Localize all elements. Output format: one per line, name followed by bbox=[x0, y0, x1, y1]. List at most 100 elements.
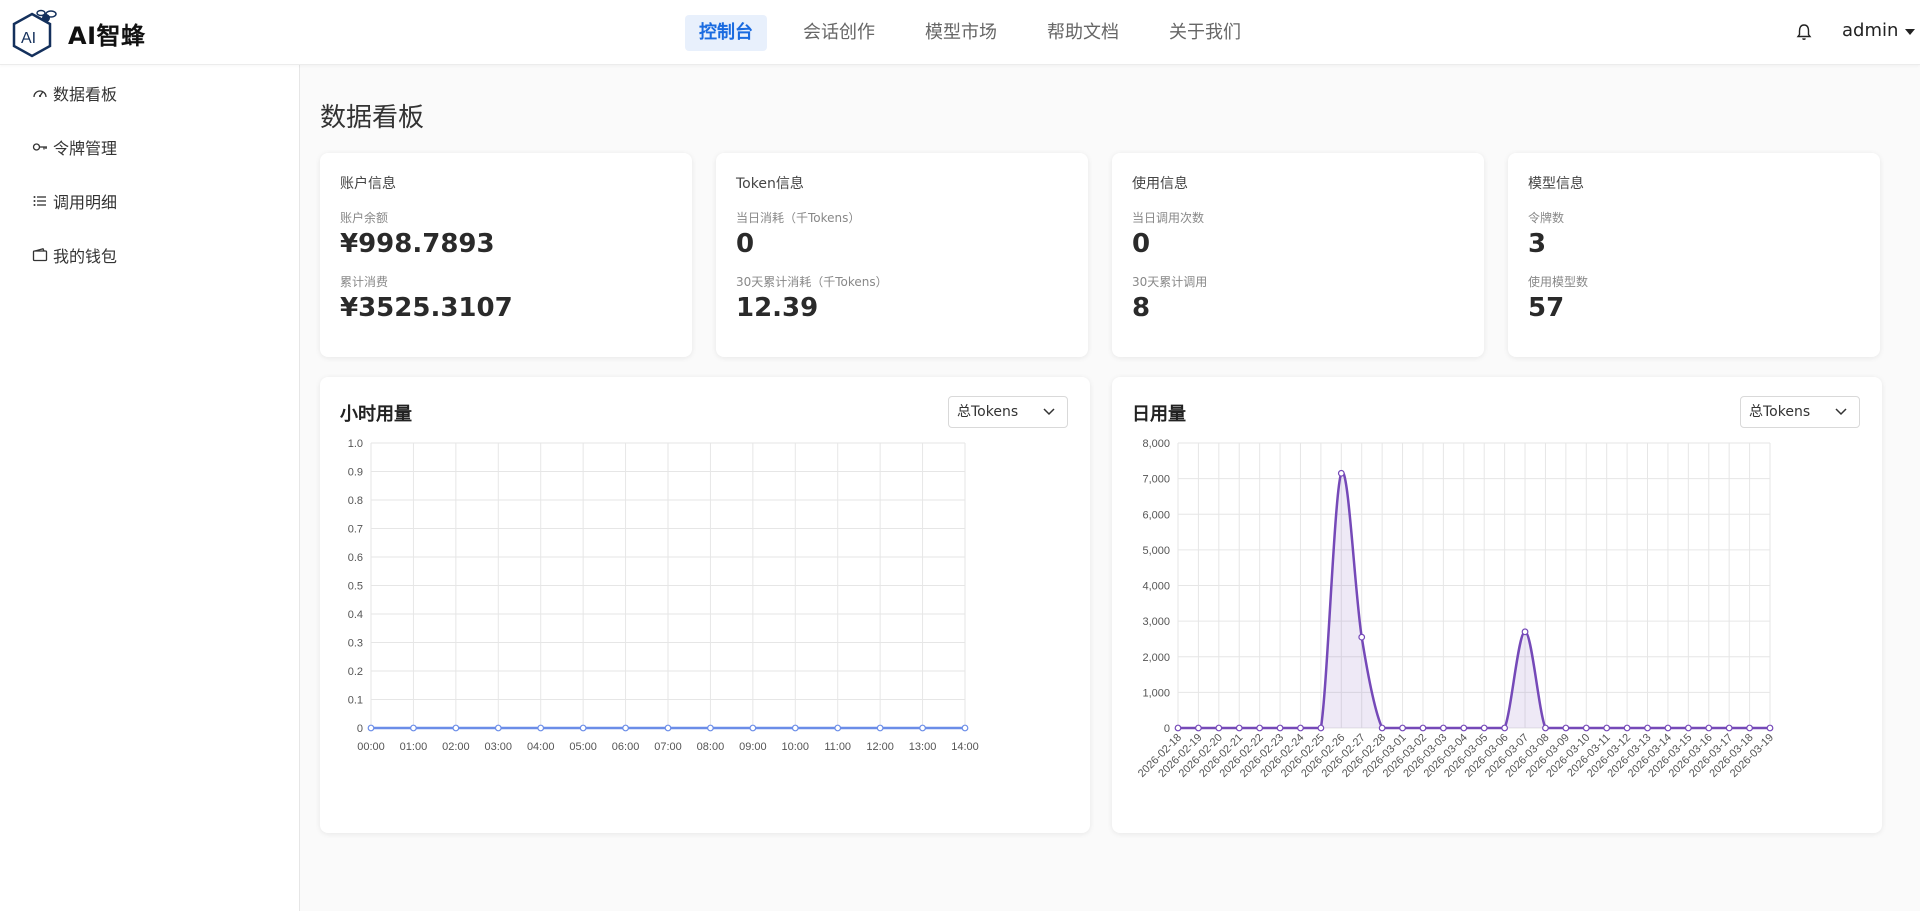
data-point[interactable] bbox=[367, 724, 375, 732]
data-point[interactable] bbox=[1317, 724, 1325, 732]
data-point[interactable] bbox=[1705, 724, 1713, 732]
card-title: 账户信息 bbox=[340, 176, 396, 192]
data-point[interactable] bbox=[791, 724, 799, 732]
sidebar-item-tokens[interactable]: 令牌管理 bbox=[32, 135, 117, 159]
nav-chat[interactable]: 会话创作 bbox=[789, 15, 889, 51]
data-point[interactable] bbox=[1562, 724, 1570, 732]
data-point[interactable] bbox=[1684, 724, 1692, 732]
data-point[interactable] bbox=[1480, 724, 1488, 732]
nav-console[interactable]: 控制台 bbox=[685, 15, 767, 51]
data-point[interactable] bbox=[1195, 724, 1202, 732]
stat-value: ¥3525.3107 bbox=[340, 293, 513, 323]
x-tick-label: 02:00 bbox=[442, 741, 470, 753]
data-point[interactable] bbox=[1644, 724, 1651, 732]
select-value: 总Tokens bbox=[957, 404, 1019, 420]
sidebar-item-wallet[interactable]: 我的钱包 bbox=[32, 243, 117, 267]
data-point[interactable] bbox=[1521, 628, 1529, 636]
data-point[interactable] bbox=[410, 724, 417, 732]
main-nav: 控制台 会话创作 模型市场 帮助文档 关于我们 bbox=[685, 15, 1277, 51]
select-value: 总Tokens bbox=[1749, 404, 1811, 420]
data-point[interactable] bbox=[834, 724, 842, 732]
stat-label: 账户余额 bbox=[340, 211, 389, 225]
x-tick-label: 10:00 bbox=[782, 741, 810, 753]
user-menu[interactable]: admin bbox=[1842, 20, 1916, 41]
series-line bbox=[1177, 470, 1770, 730]
data-point[interactable] bbox=[452, 724, 460, 732]
key-icon bbox=[32, 143, 47, 151]
stat-label: 当日调用次数 bbox=[1132, 211, 1205, 225]
series-area bbox=[1178, 472, 1770, 728]
data-point[interactable] bbox=[1501, 724, 1509, 732]
wallet-icon bbox=[32, 248, 48, 262]
data-point[interactable] bbox=[579, 724, 587, 732]
stat-label: 令牌数 bbox=[1528, 211, 1565, 225]
data-point[interactable] bbox=[1174, 724, 1182, 732]
x-tick-label: 12:00 bbox=[866, 741, 894, 753]
card-title: 使用信息 bbox=[1132, 176, 1188, 192]
data-point[interactable] bbox=[1235, 724, 1243, 732]
x-tick-label: 03:00 bbox=[485, 741, 513, 753]
y-tick-label: 1,000 bbox=[1142, 687, 1170, 699]
data-point[interactable] bbox=[1582, 724, 1590, 732]
data-point[interactable] bbox=[1297, 724, 1304, 732]
sidebar-item-dashboard[interactable]: 数据看板 bbox=[32, 81, 117, 105]
data-point[interactable] bbox=[1766, 724, 1774, 732]
data-point[interactable] bbox=[622, 724, 629, 732]
nav-model-market[interactable]: 模型市场 bbox=[911, 15, 1011, 51]
data-point[interactable] bbox=[1215, 724, 1223, 732]
y-tick-label: 0.8 bbox=[348, 495, 363, 507]
data-point[interactable] bbox=[1725, 724, 1733, 732]
card-title: 模型信息 bbox=[1528, 176, 1584, 192]
daily-usage-chart: 0 1,000 2,000 3,000 4,000 5,000 6,000 7,000 8,00… bbox=[1136, 438, 1776, 780]
chevron-down-icon bbox=[1835, 408, 1847, 416]
data-point[interactable] bbox=[707, 724, 714, 732]
app-logo[interactable]: AI AI智蜂 bbox=[10, 8, 146, 58]
y-tick-label: 7,000 bbox=[1142, 474, 1170, 486]
stat-value: 3 bbox=[1528, 229, 1547, 259]
daily-metric-select[interactable]: 总Tokens bbox=[1740, 396, 1860, 428]
sidebar-item-call-details[interactable]: 调用明细 bbox=[32, 189, 117, 213]
y-tick-label: 3,000 bbox=[1142, 616, 1170, 628]
data-point[interactable] bbox=[494, 724, 502, 732]
data-point[interactable] bbox=[1256, 724, 1264, 732]
data-point[interactable] bbox=[749, 724, 757, 732]
x-tick-label: 09:00 bbox=[739, 741, 767, 753]
y-tick-label: 0.9 bbox=[348, 467, 363, 479]
data-point[interactable] bbox=[537, 724, 545, 732]
data-point[interactable] bbox=[1623, 724, 1631, 732]
data-point[interactable] bbox=[1664, 724, 1672, 732]
y-tick-label: 6,000 bbox=[1142, 509, 1170, 521]
x-tick-label: 07:00 bbox=[654, 741, 682, 753]
data-point[interactable] bbox=[919, 724, 926, 732]
data-point[interactable] bbox=[1358, 633, 1366, 641]
data-point[interactable] bbox=[1419, 724, 1427, 732]
data-point[interactable] bbox=[1603, 724, 1611, 732]
data-point[interactable] bbox=[1276, 724, 1284, 732]
stat-value: 8 bbox=[1132, 293, 1151, 323]
x-tick-label: 08:00 bbox=[697, 741, 725, 753]
data-point[interactable] bbox=[1337, 469, 1345, 477]
data-point[interactable] bbox=[961, 724, 969, 732]
usage-info-card: 使用信息 当日调用次数 0 30天累计调用 8 bbox=[1112, 153, 1484, 357]
stat-label: 使用模型数 bbox=[1528, 275, 1589, 289]
data-point[interactable] bbox=[1542, 724, 1549, 732]
sidebar-item-label: 令牌管理 bbox=[53, 139, 118, 158]
data-point[interactable] bbox=[1439, 724, 1447, 732]
y-tick-label: 0.2 bbox=[348, 666, 363, 678]
x-tick-label: 01:00 bbox=[400, 741, 428, 753]
y-tick-label: 0.6 bbox=[348, 552, 363, 564]
dashboard-icon bbox=[33, 90, 47, 98]
data-point[interactable] bbox=[1378, 724, 1386, 732]
data-point[interactable] bbox=[1746, 724, 1753, 732]
hourly-metric-select[interactable]: 总Tokens bbox=[948, 396, 1068, 428]
nav-help-docs[interactable]: 帮助文档 bbox=[1033, 15, 1133, 51]
data-point[interactable] bbox=[664, 724, 672, 732]
account-info-card: 账户信息 账户余额 ¥998.7893 累计消费 ¥3525.3107 bbox=[320, 153, 692, 357]
bell-icon[interactable] bbox=[1795, 22, 1813, 42]
data-point[interactable] bbox=[876, 724, 884, 732]
data-point[interactable] bbox=[1399, 724, 1406, 732]
nav-about[interactable]: 关于我们 bbox=[1155, 15, 1255, 51]
data-point[interactable] bbox=[1460, 724, 1468, 732]
x-tick-label: 14:00 bbox=[951, 741, 979, 753]
x-tick-label: 05:00 bbox=[569, 741, 597, 753]
